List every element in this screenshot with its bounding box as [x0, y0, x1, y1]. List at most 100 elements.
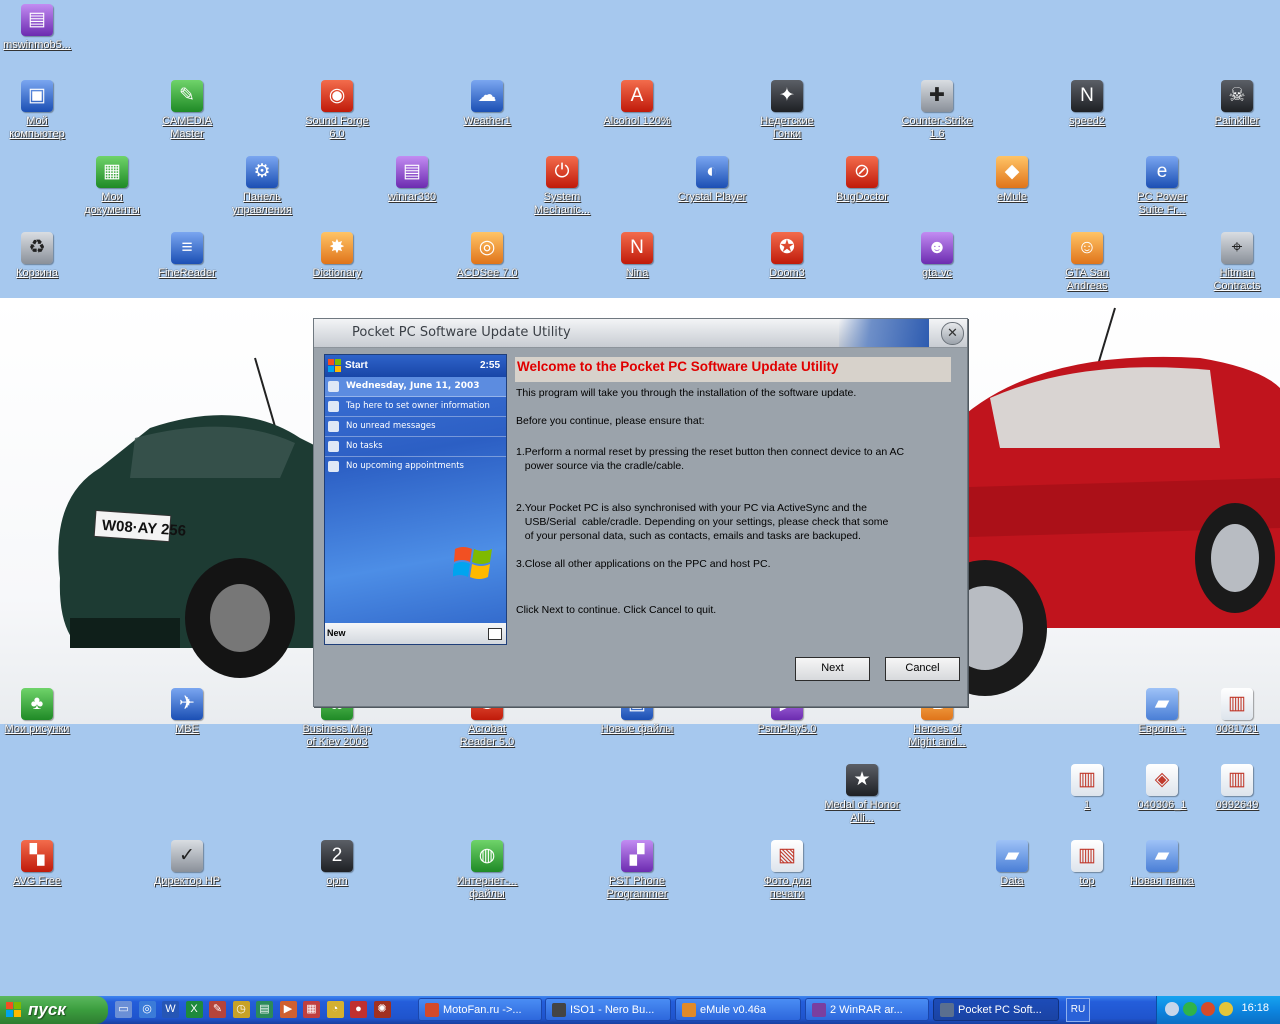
desktop-icon[interactable]: ▰ Новая папка	[1124, 840, 1200, 888]
welcome-heading: Welcome to the Pocket PC Software Update…	[515, 357, 951, 382]
start-label: пуск	[28, 1000, 66, 1019]
taskbar-button[interactable]: ISO1 - Nero Bu...	[545, 998, 671, 1021]
keyboard-icon	[488, 628, 502, 640]
tray-network-icon[interactable]	[1183, 1002, 1197, 1016]
taskbar-button[interactable]: eMule v0.46a	[675, 998, 801, 1021]
desktop-icon[interactable]: ☠ Painkiller	[1199, 80, 1275, 128]
desktop-icon[interactable]: ▰ Data	[974, 840, 1050, 888]
desktop-icon[interactable]: ✦ Недетские Гонки	[749, 80, 825, 141]
taskbar-button[interactable]: MotoFan.ru ->...	[418, 998, 542, 1021]
pocketpc-time: 2:55	[479, 360, 500, 371]
desktop-icon[interactable]: ☻ gta-vc	[899, 232, 975, 280]
desktop-icon[interactable]: ▥ 1	[1049, 764, 1125, 812]
desktop-icon[interactable]: ◐ Crystal Player	[674, 156, 750, 204]
quick-launch-icon[interactable]: ▤	[256, 1001, 273, 1018]
desktop-icon[interactable]: ✚ Counter-Strike 1.6	[899, 80, 975, 141]
desktop-icon-label: PC Power Suite Fr...	[1137, 191, 1187, 216]
quick-launch-icon[interactable]: ✺	[373, 1001, 391, 1018]
desktop-icon[interactable]: ☁ Weather1	[449, 80, 525, 128]
desktop-shortcut-icon: A	[621, 80, 653, 112]
desktop-icon[interactable]: ⊘ BugDoctor	[824, 156, 900, 204]
next-button[interactable]: Next	[795, 657, 870, 681]
desktop-icon[interactable]: ◍ Интернет-... файлы	[449, 840, 525, 901]
desktop-icon[interactable]: ✪ Doom3	[749, 232, 825, 280]
desktop-shortcut-icon: N	[621, 232, 653, 264]
desktop-shortcut-icon: ☻	[921, 232, 953, 264]
taskbar-button[interactable]: Pocket PC Soft...	[933, 998, 1059, 1021]
desktop-icon[interactable]: ◈ 040306_1	[1124, 764, 1200, 812]
desktop-icon-label: System Mechanic...	[533, 191, 591, 216]
desktop-icon[interactable]: ◎ ACDSee 7.0	[449, 232, 525, 280]
desktop-icon[interactable]: ▦ Мои документы	[74, 156, 150, 217]
desktop-icon[interactable]: ▰ Европа +	[1124, 688, 1200, 736]
desktop-icon[interactable]: N Nina	[599, 232, 675, 280]
desktop-icon[interactable]: ▤ winrar330	[374, 156, 450, 204]
desktop-shortcut-icon: ▦	[96, 156, 128, 188]
desktop-icon[interactable]: ♻ Корзина	[0, 232, 75, 280]
desktop-icon[interactable]: ▞ PST Phone Programmer	[599, 840, 675, 901]
desktop-icon[interactable]: ▣ Мой компьютер	[0, 80, 75, 141]
desktop-icon[interactable]: ★ Medal of Honor Alli...	[824, 764, 900, 825]
desktop-icon-label: Европа +	[1138, 723, 1186, 735]
desktop-icon[interactable]: ✸ Dictionary	[299, 232, 375, 280]
system-tray: 16:18	[1156, 996, 1280, 1024]
app-icon	[425, 1003, 439, 1017]
taskbar-button-label: Pocket PC Soft...	[958, 1004, 1042, 1016]
tasks-icon	[328, 441, 339, 452]
quick-launch-icon[interactable]: ▭	[115, 1001, 132, 1018]
desktop-shortcut-icon: ☺	[1071, 232, 1103, 264]
quick-launch-icon[interactable]: ▦	[303, 1001, 320, 1018]
desktop-icon[interactable]: ✈ MBE	[149, 688, 225, 736]
desktop-icon[interactable]: ⏻ System Mechanic...	[524, 156, 600, 217]
desktop-shortcut-icon: ◆	[996, 156, 1028, 188]
desktop-icon[interactable]: ≡ FineReader	[149, 232, 225, 280]
start-button[interactable]: пуск	[0, 996, 108, 1024]
desktop-shortcut-icon: ◈	[1146, 764, 1178, 796]
desktop-icon[interactable]: ✓ Директор HP	[149, 840, 225, 888]
desktop-icon[interactable]: ▥ 0992649	[1199, 764, 1275, 812]
tray-antivirus-icon[interactable]	[1201, 1002, 1215, 1016]
desktop-icon[interactable]: ▥ top	[1049, 840, 1125, 888]
desktop-shortcut-icon: ▥	[1071, 764, 1103, 796]
desktop-shortcut-icon: ▤	[396, 156, 428, 188]
language-indicator[interactable]: RU	[1066, 998, 1090, 1022]
desktop-icon[interactable]: A Alcohol 120%	[599, 80, 675, 128]
quick-launch-icon[interactable]: ◔	[326, 1001, 344, 1018]
quick-launch-icon[interactable]: ●	[350, 1001, 367, 1018]
desktop-shortcut-icon: ✈	[171, 688, 203, 720]
desktop-icon-label: Фото для печати	[763, 875, 811, 900]
desktop-icon[interactable]: ◆ eMule	[974, 156, 1050, 204]
desktop-icon[interactable]: ▚ AVG Free	[0, 840, 75, 888]
desktop-icon-label: GTA San Andreas	[1065, 267, 1109, 292]
desktop-icon-label: mswinmob5...	[3, 39, 71, 51]
dialog-titlebar[interactable]: Pocket PC Software Update Utility ✕	[314, 319, 967, 348]
desktop-icon[interactable]: 2 opm	[299, 840, 375, 888]
cancel-button[interactable]: Cancel	[885, 657, 960, 681]
quick-launch-icon[interactable]: X	[185, 1001, 203, 1018]
desktop-icon[interactable]: ✎ CAMEDIA Master	[149, 80, 225, 141]
close-button[interactable]: ✕	[941, 322, 964, 345]
desktop-icon[interactable]: e PC Power Suite Fr...	[1124, 156, 1200, 217]
desktop-icon[interactable]: ◉ Sound Forge 6.0	[299, 80, 375, 141]
desktop-icon[interactable]: ♣ Мои рисунки	[0, 688, 75, 736]
taskbar-button[interactable]: 2 WinRAR ar...	[805, 998, 929, 1021]
desktop-icon[interactable]: ▧ Фото для печати	[749, 840, 825, 901]
quick-launch-icon[interactable]: ✎	[209, 1001, 226, 1018]
desktop-shortcut-icon: ✓	[171, 840, 203, 872]
desktop-icon[interactable]: ⚙ Панель управления	[224, 156, 300, 217]
desktop-icon-label: Acrobat Reader 5.0	[459, 723, 515, 748]
desktop-icon[interactable]: ▥ 0081731	[1199, 688, 1275, 736]
envelope-icon	[328, 421, 339, 432]
desktop-icon[interactable]: ⌖ Hitman Contracts	[1199, 232, 1275, 293]
quick-launch-icon[interactable]: ◎	[138, 1001, 156, 1018]
quick-launch-icon[interactable]: W	[162, 1001, 179, 1018]
quick-launch-icon[interactable]: ◷	[232, 1001, 250, 1018]
desktop-icon[interactable]: ☺ GTA San Andreas	[1049, 232, 1125, 293]
desktop-icon-label: 1	[1083, 799, 1091, 811]
desktop-icon[interactable]: Nspeed2	[1049, 80, 1125, 128]
pocketpc-start-label: Start	[345, 360, 368, 371]
quick-launch-icon[interactable]: ▶	[279, 1001, 297, 1018]
tray-volume-icon[interactable]	[1219, 1002, 1233, 1016]
desktop-icon[interactable]: ▤ mswinmob5...	[0, 4, 75, 52]
tray-arrow-icon[interactable]	[1165, 1002, 1179, 1016]
